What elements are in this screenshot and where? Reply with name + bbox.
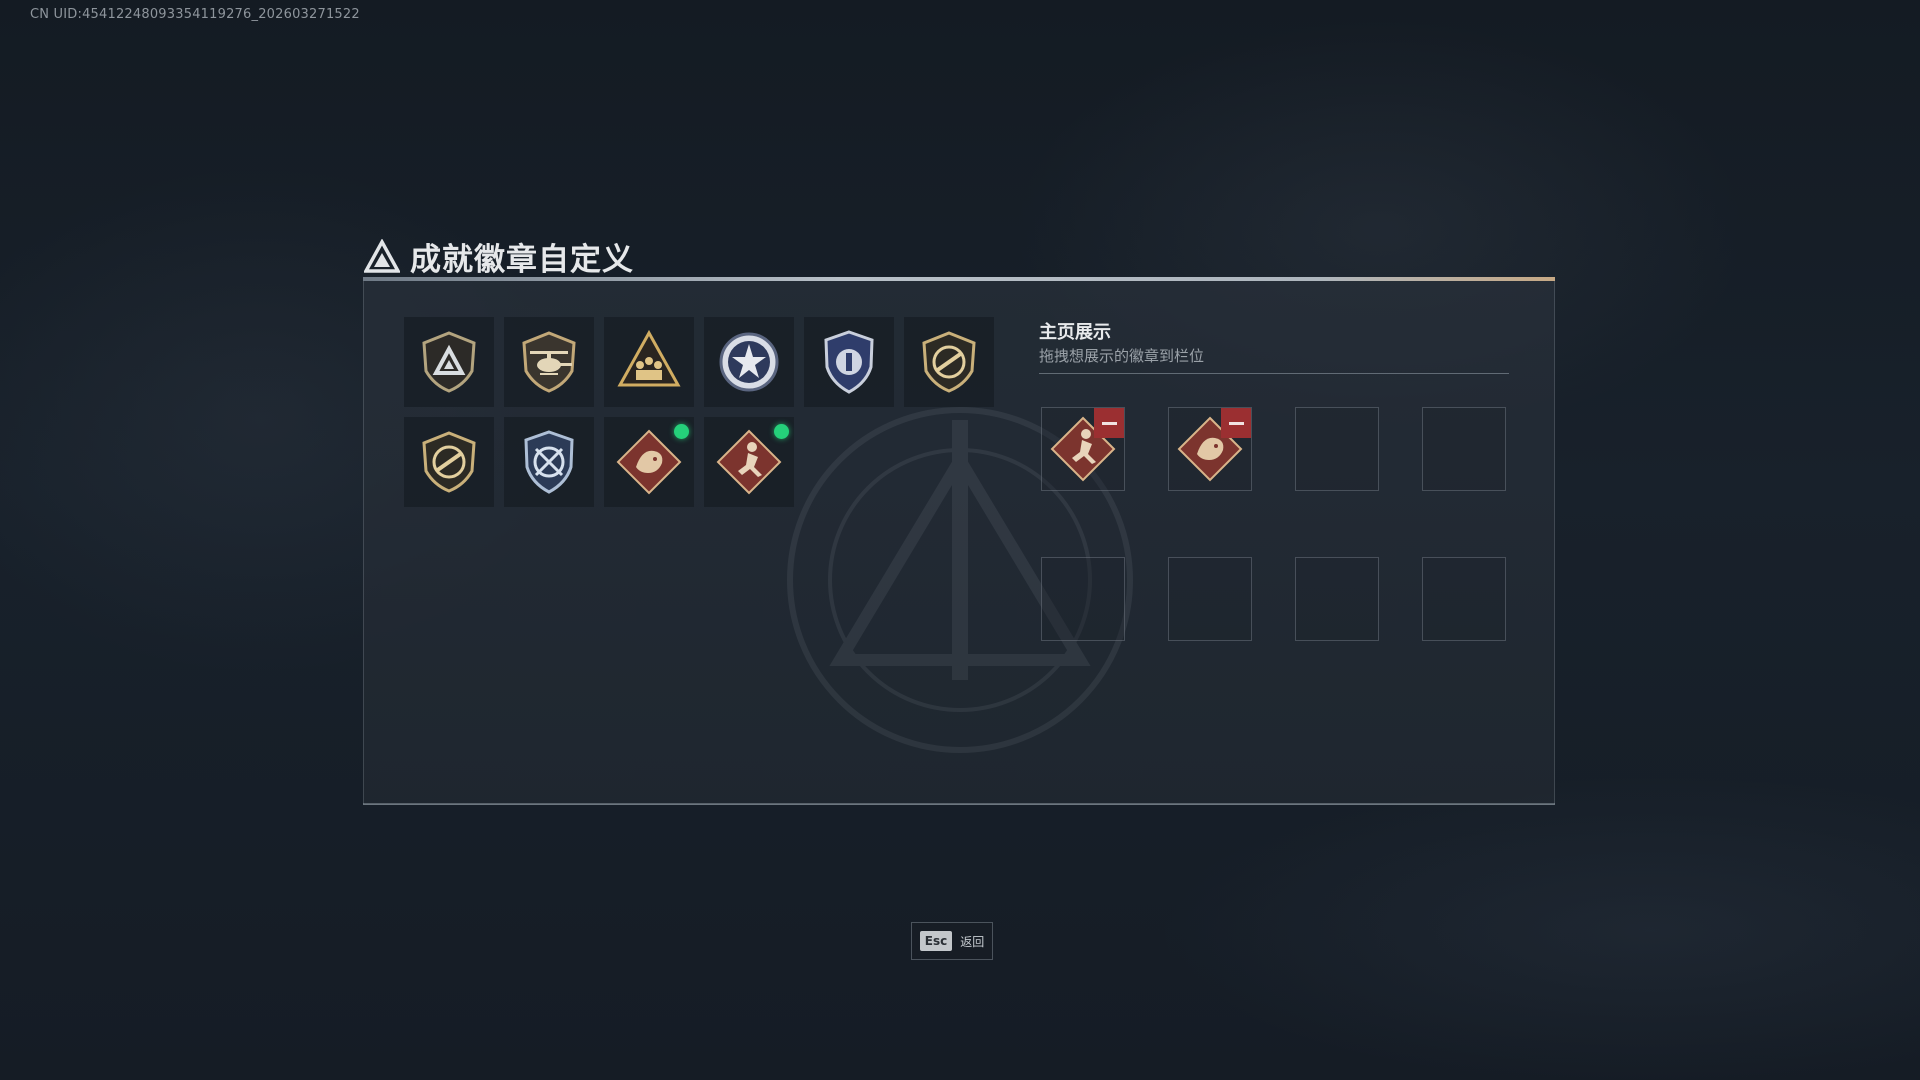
badge-item[interactable] (604, 317, 694, 407)
display-slot-2[interactable] (1168, 407, 1252, 491)
star-medal-badge-icon (719, 332, 779, 392)
dialog-header: 成就徽章自定义 (364, 234, 634, 279)
display-slot-4[interactable] (1422, 407, 1506, 491)
back-label: 返回 (960, 934, 985, 949)
minus-icon (1101, 421, 1117, 425)
remove-badge-button[interactable] (1094, 408, 1124, 438)
dragon-diamond-badge-icon (616, 429, 682, 495)
runner-diamond-badge-icon (716, 429, 782, 495)
squad-triangle-badge-icon (617, 329, 681, 387)
back-button[interactable]: Esc 返回 (911, 922, 993, 960)
panel-bottom-line (363, 803, 1555, 805)
display-slot-6[interactable] (1168, 557, 1252, 641)
panel-top-accent (363, 277, 1555, 281)
homepage-display-title: 主页展示 (1039, 322, 1111, 343)
badge-item[interactable] (904, 317, 994, 407)
display-slot-3[interactable] (1295, 407, 1379, 491)
new-badge-indicator (674, 424, 689, 439)
display-slot-1[interactable] (1041, 407, 1125, 491)
uid-text: CN UID:4541224809335411927​6_20260327152… (30, 7, 360, 22)
police-crest-badge-icon (824, 330, 874, 394)
badge-item[interactable] (504, 317, 594, 407)
crossed-arrows-crest-badge-icon (524, 430, 574, 494)
display-slot-8[interactable] (1422, 557, 1506, 641)
homepage-display-divider (1039, 373, 1509, 374)
badge-item[interactable] (704, 317, 794, 407)
rifle-shield-badge-icon (422, 431, 476, 493)
remove-badge-button[interactable] (1221, 408, 1251, 438)
badge-item[interactable] (404, 317, 494, 407)
display-slot-7[interactable] (1295, 557, 1379, 641)
rifle-shield-badge-icon (922, 331, 976, 393)
badge-item[interactable] (604, 417, 694, 507)
triangle-shield-badge-icon (422, 331, 476, 393)
dialog-title: 成就徽章自定义 (410, 242, 634, 278)
esc-key-hint: Esc (919, 931, 953, 951)
display-slot-5[interactable] (1041, 557, 1125, 641)
badge-item[interactable] (804, 317, 894, 407)
minus-icon (1228, 421, 1244, 425)
badge-inventory-grid (404, 317, 1004, 507)
badge-item[interactable] (404, 417, 494, 507)
badge-item[interactable] (504, 417, 594, 507)
faction-triangle-icon (364, 238, 400, 273)
new-badge-indicator (774, 424, 789, 439)
homepage-display-hint: 拖拽想展示的徽章到栏位 (1039, 347, 1205, 365)
helicopter-shield-badge-icon (522, 331, 576, 393)
badge-item[interactable] (704, 417, 794, 507)
